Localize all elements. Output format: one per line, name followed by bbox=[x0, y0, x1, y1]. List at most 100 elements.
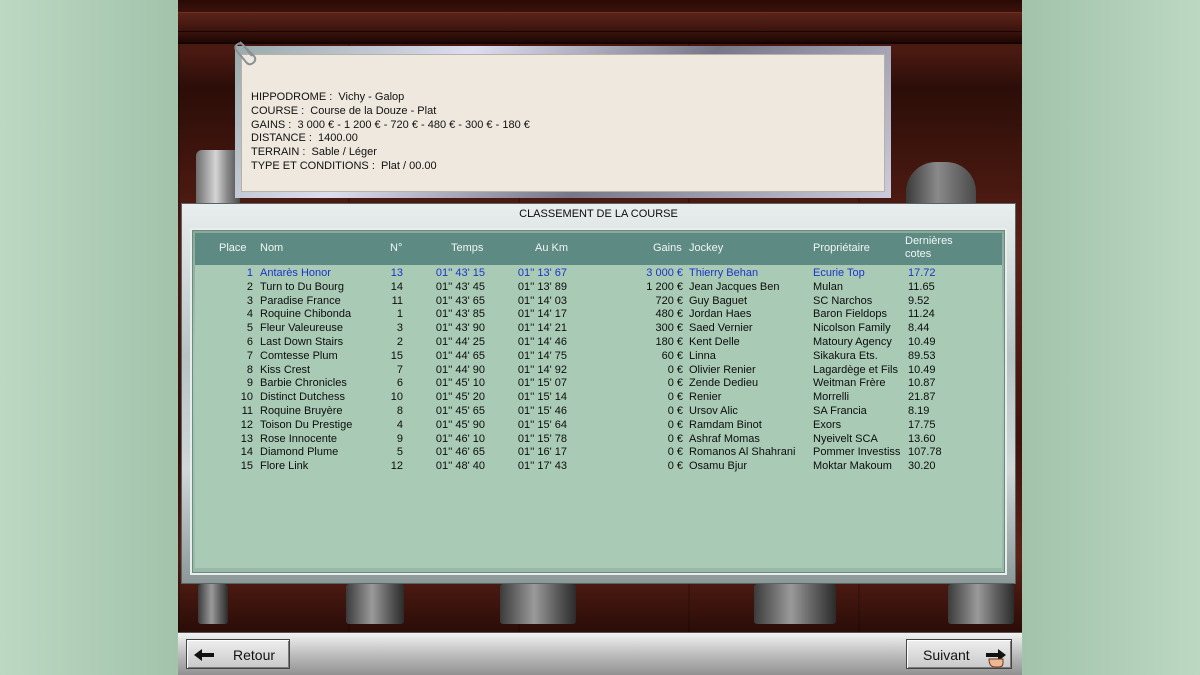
cell-jockey: Kent Delle bbox=[689, 335, 740, 348]
cell-cote: 21.87 bbox=[908, 391, 936, 404]
cell-num: 5 bbox=[396, 446, 403, 459]
cell-prop: Baron Fieldops bbox=[813, 308, 887, 321]
table-row[interactable]: 1 Antarès Honor 13 01'' 43' 15 01'' 13' 67 3 … bbox=[195, 267, 1002, 281]
cell-place: 8 bbox=[246, 363, 253, 376]
cell-cote: 89.53 bbox=[908, 349, 936, 362]
race-info-line: GAINS : 3 000 € - 1 200 € - 720 € - 480 … bbox=[251, 118, 530, 131]
cell-nom: Rose Innocente bbox=[260, 432, 338, 445]
cell-jockey: Ramdam Binot bbox=[689, 418, 762, 431]
table-row[interactable]: 12 Toison Du Prestige 4 01'' 45' 90 01'' 15'… bbox=[195, 419, 1002, 433]
table-row[interactable]: 3 Paradise France 11 01'' 43' 65 01'' 14' 03… bbox=[195, 295, 1002, 309]
cell-gains: 60 € bbox=[661, 349, 683, 362]
trophy-base-1 bbox=[198, 584, 228, 624]
cell-nom: Turn to Du Bourg bbox=[260, 280, 344, 293]
cell-gains: 480 € bbox=[655, 308, 683, 321]
cell-km: 01'' 14' 03 bbox=[517, 294, 567, 307]
cell-cote: 10.49 bbox=[908, 335, 936, 348]
cell-jockey: Jordan Haes bbox=[689, 308, 752, 321]
table-row[interactable]: 9 Barbie Chronicles 6 01'' 45' 10 01'' 15' 0… bbox=[195, 377, 1002, 391]
cell-prop: Moktar Makoum bbox=[813, 460, 892, 473]
cell-num: 13 bbox=[390, 267, 403, 279]
table-row[interactable]: 11 Roquine Bruyère 8 01'' 45' 65 01'' 15' 46… bbox=[195, 405, 1002, 419]
cell-km: 01'' 13' 89 bbox=[517, 280, 567, 293]
table-row[interactable]: 4 Roquine Chibonda 1 01'' 43' 85 01'' 14' 17… bbox=[195, 308, 1002, 322]
cell-num: 7 bbox=[396, 363, 403, 376]
cell-prop: SC Narchos bbox=[813, 294, 873, 307]
cell-jockey: Jean Jacques Ben bbox=[689, 280, 780, 293]
race-info-lines: HIPPODROME : Vichy - Galop COURSE : Cours… bbox=[251, 91, 530, 174]
next-button[interactable]: Suivant bbox=[906, 639, 1012, 669]
cell-temps: 01'' 43' 90 bbox=[435, 322, 485, 335]
cell-prop: Weitman Frère bbox=[813, 377, 886, 390]
cell-km: 01'' 16' 17 bbox=[517, 446, 567, 459]
race-info-line: COURSE : Course de la Douze - Plat bbox=[251, 104, 437, 117]
cell-jockey: Ashraf Momas bbox=[689, 432, 760, 445]
table-row[interactable]: 6 Last Down Stairs 2 01'' 44' 25 01'' 14' 46… bbox=[195, 336, 1002, 350]
cell-num: 15 bbox=[390, 349, 403, 362]
cell-prop: Pommer Investiss bbox=[813, 446, 901, 459]
race-info-label: TERRAIN bbox=[251, 146, 300, 159]
left-backdrop bbox=[0, 0, 178, 675]
cell-temps: 01'' 43' 15 bbox=[435, 267, 485, 279]
cell-cote: 9.52 bbox=[908, 294, 930, 307]
cell-nom: Roquine Bruyère bbox=[260, 404, 343, 417]
cell-cote: 10.49 bbox=[908, 363, 936, 376]
cell-place: 10 bbox=[240, 391, 253, 404]
cell-km: 01'' 15' 46 bbox=[517, 404, 567, 417]
table-row[interactable]: 7 Comtesse Plum 15 01'' 44' 65 01'' 14' 75 60… bbox=[195, 350, 1002, 364]
col-nom: Nom bbox=[260, 242, 284, 254]
col-au-km: Au Km bbox=[535, 242, 569, 254]
cell-temps: 01'' 44' 25 bbox=[435, 335, 485, 348]
cell-place: 9 bbox=[246, 377, 253, 390]
race-info-value: 3 000 € - 1 200 € - 720 € - 480 € - 300 … bbox=[297, 118, 530, 131]
cell-place: 15 bbox=[240, 460, 253, 473]
table-row[interactable]: 14 Diamond Plume 5 01'' 46' 65 01'' 16' 17 0 … bbox=[195, 446, 1002, 460]
trophy-base-5 bbox=[948, 584, 1014, 624]
cell-num: 11 bbox=[391, 294, 403, 307]
table-row[interactable]: 8 Kiss Crest 7 01'' 44' 90 01'' 14' 92 0 € Oli… bbox=[195, 364, 1002, 378]
cell-place: 7 bbox=[246, 349, 253, 362]
cell-nom: Comtesse Plum bbox=[260, 349, 338, 362]
cell-km: 01'' 17' 43 bbox=[517, 460, 567, 473]
cell-km: 01'' 15' 64 bbox=[517, 418, 567, 431]
right-backdrop bbox=[1022, 0, 1200, 675]
game-screen: HIPPODROME : Vichy - Galop COURSE : Cours… bbox=[178, 0, 1022, 675]
cell-gains: 180 € bbox=[655, 335, 683, 348]
cell-num: 1 bbox=[396, 308, 403, 321]
table-header: Place Nom N° Temps Au Km Gains Jockey Pr… bbox=[195, 233, 1002, 265]
table-rows: 1 Antarès Honor 13 01'' 43' 15 01'' 13' 67 3 … bbox=[195, 267, 1002, 474]
trophy-base-4 bbox=[754, 584, 836, 624]
cell-nom: Last Down Stairs bbox=[260, 335, 344, 348]
race-info-label: DISTANCE bbox=[251, 132, 306, 145]
table-row[interactable]: 5 Fleur Valeureuse 3 01'' 43' 90 01'' 14' 21… bbox=[195, 322, 1002, 336]
results-panel: CLASSEMENT DE LA COURSE Place Nom N° Tem… bbox=[181, 203, 1016, 584]
cell-gains: 0 € bbox=[667, 446, 683, 459]
table-row[interactable]: 2 Turn to Du Bourg 14 01'' 43' 45 01'' 13' 8… bbox=[195, 281, 1002, 295]
col-gains: Gains bbox=[653, 242, 682, 254]
cell-gains: 0 € bbox=[667, 391, 683, 404]
back-button[interactable]: Retour bbox=[186, 639, 290, 669]
cell-jockey: Romanos Al Shahrani bbox=[689, 446, 796, 459]
back-button-label: Retour bbox=[233, 647, 276, 663]
cell-gains: 300 € bbox=[655, 322, 683, 335]
cell-km: 01'' 13' 67 bbox=[517, 267, 567, 279]
cell-jockey: Zende Dedieu bbox=[689, 377, 759, 390]
cell-gains: 0 € bbox=[667, 460, 683, 473]
table-row[interactable]: 13 Rose Innocente 9 01'' 46' 10 01'' 15' 78 0… bbox=[195, 433, 1002, 447]
cell-km: 01'' 14' 17 bbox=[517, 308, 567, 321]
col-place: Place bbox=[219, 242, 247, 254]
race-info-label: TYPE ET CONDITIONS bbox=[251, 159, 369, 172]
cell-prop: Exors bbox=[813, 418, 842, 431]
table-row[interactable]: 10 Distinct Dutchess 10 01'' 45' 20 01'' 15'… bbox=[195, 391, 1002, 405]
cell-prop: Sikakura Ets. bbox=[813, 349, 878, 362]
table-row[interactable]: 15 Flore Link 12 01'' 48' 40 01'' 17' 43 0 € O… bbox=[195, 460, 1002, 474]
race-info-value: Course de la Douze - Plat bbox=[310, 104, 437, 117]
cell-prop: Morrelli bbox=[813, 391, 850, 404]
cell-prop: Mulan bbox=[813, 280, 843, 293]
cell-km: 01'' 14' 46 bbox=[517, 335, 567, 348]
cell-jockey: Guy Baguet bbox=[689, 294, 748, 307]
trophy-base-2 bbox=[346, 584, 404, 624]
cell-prop: Nicolson Family bbox=[813, 322, 891, 335]
cell-temps: 01'' 44' 65 bbox=[435, 349, 485, 362]
cell-cote: 17.75 bbox=[908, 418, 936, 431]
